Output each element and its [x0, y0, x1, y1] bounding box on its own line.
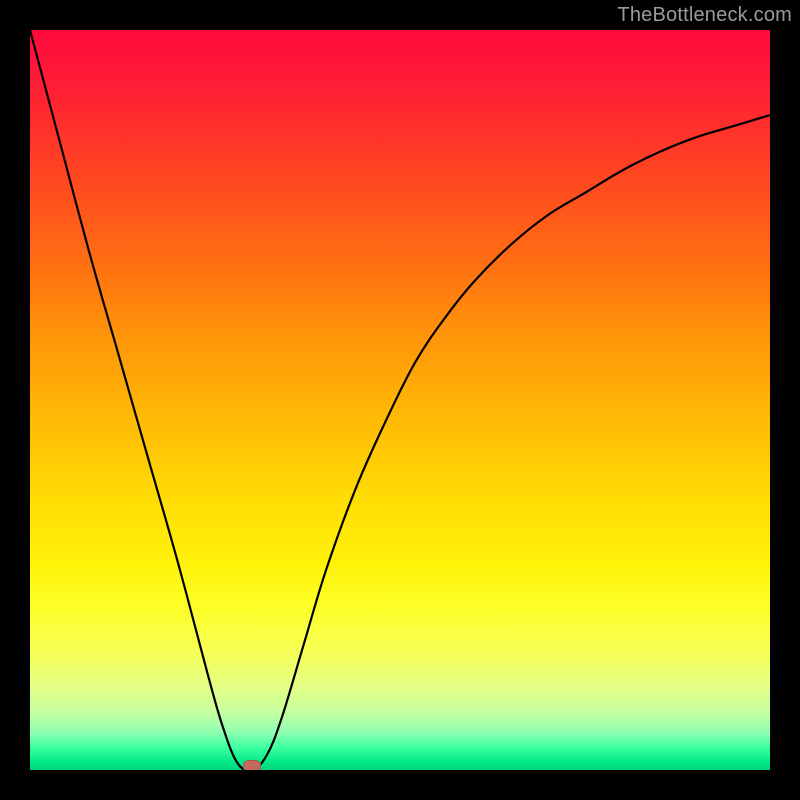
chart-frame: TheBottleneck.com — [0, 0, 800, 800]
plot-area — [30, 30, 770, 770]
min-marker — [243, 760, 261, 770]
bottleneck-curve — [30, 30, 770, 770]
curve-path — [30, 30, 770, 770]
watermark-text: TheBottleneck.com — [617, 4, 792, 27]
